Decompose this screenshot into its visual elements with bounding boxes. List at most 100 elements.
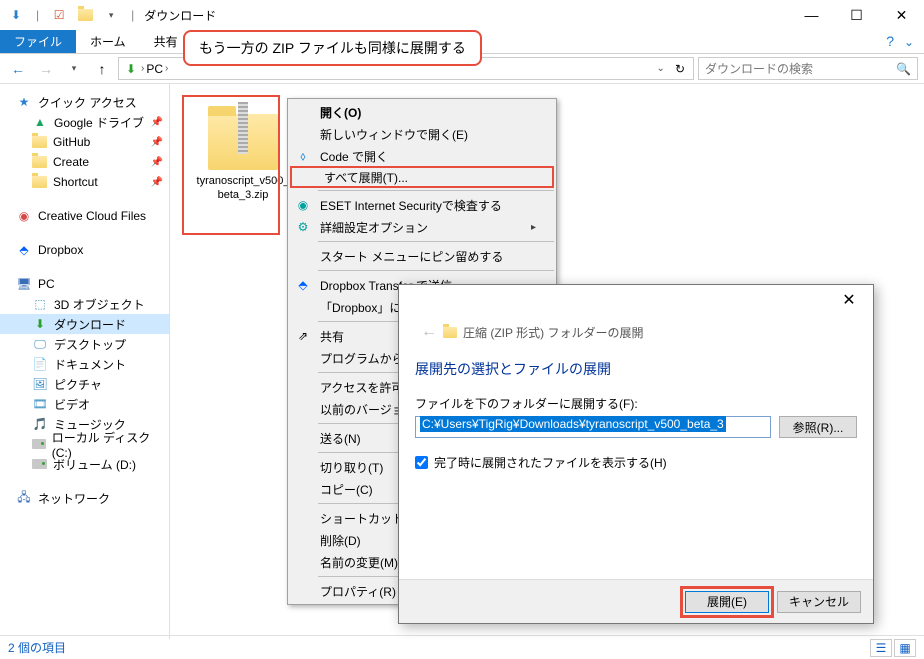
dialog-title: 圧縮 (ZIP 形式) フォルダーの展開 (463, 324, 643, 341)
creative-cloud-icon: ◉ (16, 208, 32, 224)
vscode-icon: ⬨ (294, 147, 312, 165)
pin-icon: 📌 (151, 157, 163, 168)
sidebar-documents[interactable]: 📄ドキュメント (0, 354, 169, 374)
pc-icon: 🖥 (16, 276, 32, 292)
sidebar-desktop[interactable]: 🖵デスクトップ (0, 334, 169, 354)
folder-icon (32, 156, 47, 168)
desktop-icon: 🖵 (32, 336, 48, 352)
zip-folder-icon (443, 327, 457, 338)
dialog-path-label: ファイルを下のフォルダーに展開する(F): (415, 395, 857, 412)
dialog-extract-button[interactable]: 展開(E) (685, 591, 769, 613)
dialog-show-files-checkbox[interactable] (415, 456, 428, 469)
nav-history-dropdown[interactable]: ▾ (62, 57, 86, 81)
search-input[interactable]: ダウンロードの検索 🔍 (698, 57, 918, 80)
tab-home[interactable]: ホーム (76, 30, 140, 53)
breadcrumb-location-icon: ⬇ (123, 61, 139, 77)
ctx-advanced-options[interactable]: ⚙詳細設定オプション▸ (288, 216, 556, 238)
ctx-open-new-window[interactable]: 新しいウィンドウで開く(E) (288, 123, 556, 145)
nav-up-button[interactable]: ↑ (90, 57, 114, 81)
ctx-open-with-code[interactable]: ⬨Code で開く (288, 145, 556, 167)
ctx-pin-start[interactable]: スタート メニューにピン留めする (288, 245, 556, 267)
cube-icon: ⬚ (32, 296, 48, 312)
folder-icon (32, 176, 47, 188)
status-item-count: 2 個の項目 (8, 639, 66, 656)
close-button[interactable]: ✕ (879, 0, 924, 30)
annotation-callout: もう一方の ZIP ファイルも同様に展開する (183, 30, 482, 66)
dialog-back-icon: ← (421, 323, 437, 341)
window-title: ダウンロード (144, 7, 216, 24)
breadcrumb-dropdown-icon[interactable]: ⌄ (653, 63, 669, 74)
view-details-button[interactable]: ☰ (870, 639, 892, 657)
nav-back-button[interactable]: ← (6, 57, 30, 81)
search-icon: 🔍 (896, 62, 911, 76)
dialog-titlebar[interactable]: ✕ (399, 285, 873, 315)
drive-icon (32, 439, 46, 449)
pin-icon: 📌 (151, 177, 163, 188)
sidebar-creative-cloud[interactable]: ◉Creative Cloud Files (0, 206, 169, 226)
dialog-cancel-button[interactable]: キャンセル (777, 591, 861, 613)
breadcrumb-pc[interactable]: PC (146, 62, 163, 76)
refresh-icon[interactable]: ↻ (671, 62, 689, 76)
minimize-button[interactable]: — (789, 0, 834, 30)
dialog-close-button[interactable]: ✕ (829, 290, 869, 310)
help-icon[interactable]: ? (886, 33, 894, 49)
pin-icon: 📌 (151, 137, 163, 148)
download-icon: ⬇ (32, 316, 48, 332)
submenu-arrow-icon: ▸ (531, 222, 536, 233)
gear-icon: ⚙ (294, 218, 312, 236)
ctx-separator (318, 190, 554, 191)
qat-checkbox-icon[interactable]: ☑ (49, 5, 69, 25)
ctx-eset-scan[interactable]: ◉ESET Internet Securityで検査する (288, 194, 556, 216)
dialog-browse-button[interactable]: 参照(R)... (779, 416, 857, 438)
dialog-footer: 展開(E) キャンセル (399, 579, 873, 623)
ctx-separator (318, 270, 554, 271)
star-icon: ★ (16, 94, 32, 110)
sidebar-downloads[interactable]: ⬇ダウンロード (0, 314, 169, 334)
network-icon: 🖧 (16, 490, 32, 506)
maximize-button[interactable]: ☐ (834, 0, 879, 30)
qat-separator-2: | (131, 8, 134, 22)
sidebar-google-drive[interactable]: ▲Google ドライブ📌 (0, 112, 169, 132)
sidebar-local-disk-c[interactable]: ローカル ディスク (C:) (0, 434, 169, 454)
annotation-file-highlight (182, 95, 280, 235)
ribbon-expand-icon[interactable]: ⌄ (894, 35, 924, 49)
dropbox-icon: ⬘ (294, 276, 312, 294)
folder-icon (32, 136, 47, 148)
music-icon: 🎵 (32, 416, 48, 432)
breadcrumb-arrow-icon: › (141, 63, 144, 74)
ctx-open[interactable]: 開く(O) (288, 101, 556, 123)
nav-forward-button[interactable]: → (34, 57, 58, 81)
ctx-separator (318, 241, 554, 242)
sidebar-videos[interactable]: 🎞ビデオ (0, 394, 169, 414)
dialog-heading: 展開先の選択とファイルの展開 (415, 359, 857, 379)
gdrive-icon: ▲ (32, 114, 48, 130)
sidebar-3d-objects[interactable]: ⬚3D オブジェクト (0, 294, 169, 314)
qat-dropdown-icon[interactable]: ▾ (101, 5, 121, 25)
sidebar-pc[interactable]: 🖥PC (0, 274, 169, 294)
sidebar-dropbox[interactable]: ⬘Dropbox (0, 240, 169, 260)
sidebar-github[interactable]: GitHub📌 (0, 132, 169, 152)
share-icon: ⇗ (294, 327, 312, 345)
documents-icon: 📄 (32, 356, 48, 372)
eset-icon: ◉ (294, 196, 312, 214)
sidebar-shortcut[interactable]: Shortcut📌 (0, 172, 169, 192)
view-thumbnails-button[interactable]: ▦ (894, 639, 916, 657)
sidebar: ★クイック アクセス ▲Google ドライブ📌 GitHub📌 Create📌… (0, 84, 170, 639)
tab-file[interactable]: ファイル (0, 30, 76, 53)
sidebar-network[interactable]: 🖧ネットワーク (0, 488, 169, 508)
sidebar-pictures[interactable]: 🖼ピクチャ (0, 374, 169, 394)
dialog-path-input[interactable]: C:¥Users¥TigRig¥Downloads¥tyranoscript_v… (415, 416, 771, 438)
pictures-icon: 🖼 (32, 376, 48, 392)
breadcrumb-arrow-icon: › (165, 63, 168, 74)
videos-icon: 🎞 (32, 396, 48, 412)
sidebar-create[interactable]: Create📌 (0, 152, 169, 172)
sidebar-quick-access[interactable]: ★クイック アクセス (0, 92, 169, 112)
search-placeholder: ダウンロードの検索 (705, 60, 813, 77)
extract-dialog: ✕ ← 圧縮 (ZIP 形式) フォルダーの展開 展開先の選択とファイルの展開 … (398, 284, 874, 624)
qat-down-arrow-icon[interactable]: ⬇ (6, 5, 26, 25)
dropbox-icon: ⬘ (16, 242, 32, 258)
drive-icon (32, 459, 47, 469)
qat-folder-icon[interactable] (75, 5, 95, 25)
pin-icon: 📌 (151, 117, 163, 128)
ctx-extract-all[interactable]: すべて展開(T)... (290, 166, 554, 188)
